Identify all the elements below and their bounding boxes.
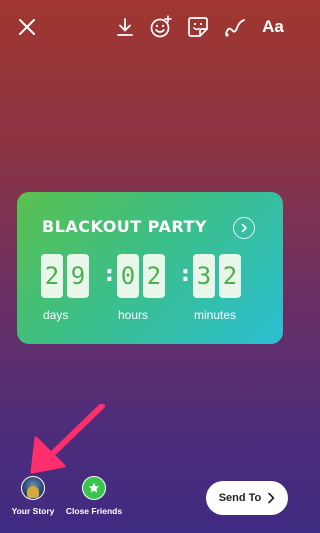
- digit-days-tens: 2: [41, 254, 63, 298]
- chevron-right-icon[interactable]: [233, 217, 255, 239]
- separator: :: [105, 262, 114, 287]
- unit-days: days: [43, 308, 69, 322]
- story-editor-toolbar: Aa: [0, 0, 300, 54]
- digit-minutes-tens: 3: [193, 254, 215, 298]
- unit-hours: hours: [118, 308, 149, 322]
- chevron-right-icon: [268, 492, 275, 504]
- draw-icon[interactable]: [222, 14, 248, 40]
- close-friends-button[interactable]: Close Friends: [64, 476, 124, 516]
- text-tool-button[interactable]: Aa: [258, 14, 288, 40]
- separator: :: [181, 262, 190, 287]
- your-story-button[interactable]: Your Story: [8, 476, 58, 516]
- star-icon: [82, 476, 106, 500]
- countdown-sticker[interactable]: BLACKOUT PARTY 2 9 : 0 2 : 3 2 days hour…: [17, 192, 283, 344]
- close-friends-label: Close Friends: [65, 506, 123, 516]
- digit-days-ones: 9: [67, 254, 89, 298]
- your-story-label: Your Story: [11, 506, 55, 516]
- annotation-arrow: [30, 404, 105, 474]
- digit-hours-tens: 0: [117, 254, 139, 298]
- unit-minutes: minutes: [194, 308, 237, 322]
- send-to-label: Send To: [218, 492, 262, 504]
- face-effects-icon[interactable]: [148, 14, 174, 40]
- sticker-icon[interactable]: [185, 14, 211, 40]
- countdown-title: BLACKOUT PARTY: [42, 217, 208, 236]
- digit-hours-ones: 2: [143, 254, 165, 298]
- download-icon[interactable]: [112, 14, 138, 40]
- close-icon[interactable]: [14, 14, 40, 40]
- digit-minutes-ones: 2: [219, 254, 241, 298]
- send-to-button[interactable]: Send To: [206, 481, 288, 515]
- avatar: [21, 476, 45, 500]
